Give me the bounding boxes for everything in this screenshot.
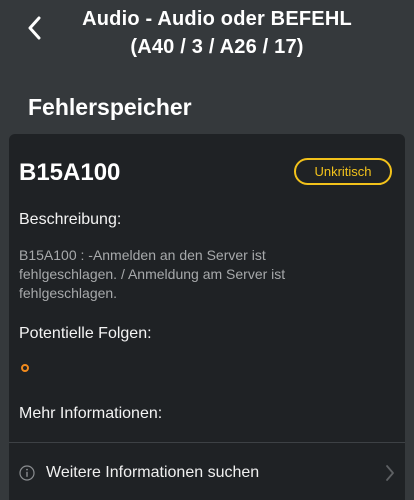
divider (9, 442, 405, 443)
fault-detail-screen: Audio - Audio oder BEFEHL (A40 / 3 / A26… (0, 0, 414, 500)
app-header: Audio - Audio oder BEFEHL (A40 / 3 / A26… (0, 0, 414, 70)
page-title-line-2: (A40 / 3 / A26 / 17) (130, 36, 304, 58)
chevron-left-icon (28, 16, 41, 40)
description-line: fehlgeschlagen. (19, 285, 118, 301)
fault-code: B15A100 (19, 159, 121, 186)
page-title: Audio - Audio oder BEFEHL (A40 / 3 / A26… (60, 5, 374, 61)
chevron-right-icon (386, 465, 394, 481)
severity-badge: Unkritisch (294, 158, 392, 185)
consequences-label: Potentielle Folgen: (19, 325, 152, 342)
more-info-label: Mehr Informationen: (19, 405, 163, 422)
back-button[interactable] (18, 12, 50, 44)
fault-card: B15A100 Unkritisch Beschreibung: B15A100… (9, 134, 405, 500)
search-more-info-label: Weitere Informationen suchen (46, 464, 260, 481)
info-circle-icon (19, 465, 35, 481)
page-title-line-1: Audio - Audio oder BEFEHL (82, 8, 352, 30)
search-more-info-link[interactable]: Weitere Informationen suchen (9, 454, 405, 498)
description-label: Beschreibung: (19, 211, 122, 228)
section-title: Fehlerspeicher (28, 94, 192, 120)
description-line: fehlgeschlagen. / Anmeldung am Server is… (19, 266, 286, 282)
description-text: B15A100 : -Anmelden an den Server ist fe… (19, 246, 379, 303)
bullet-icon (21, 364, 29, 372)
description-line: B15A100 : -Anmelden an den Server ist (19, 247, 266, 263)
